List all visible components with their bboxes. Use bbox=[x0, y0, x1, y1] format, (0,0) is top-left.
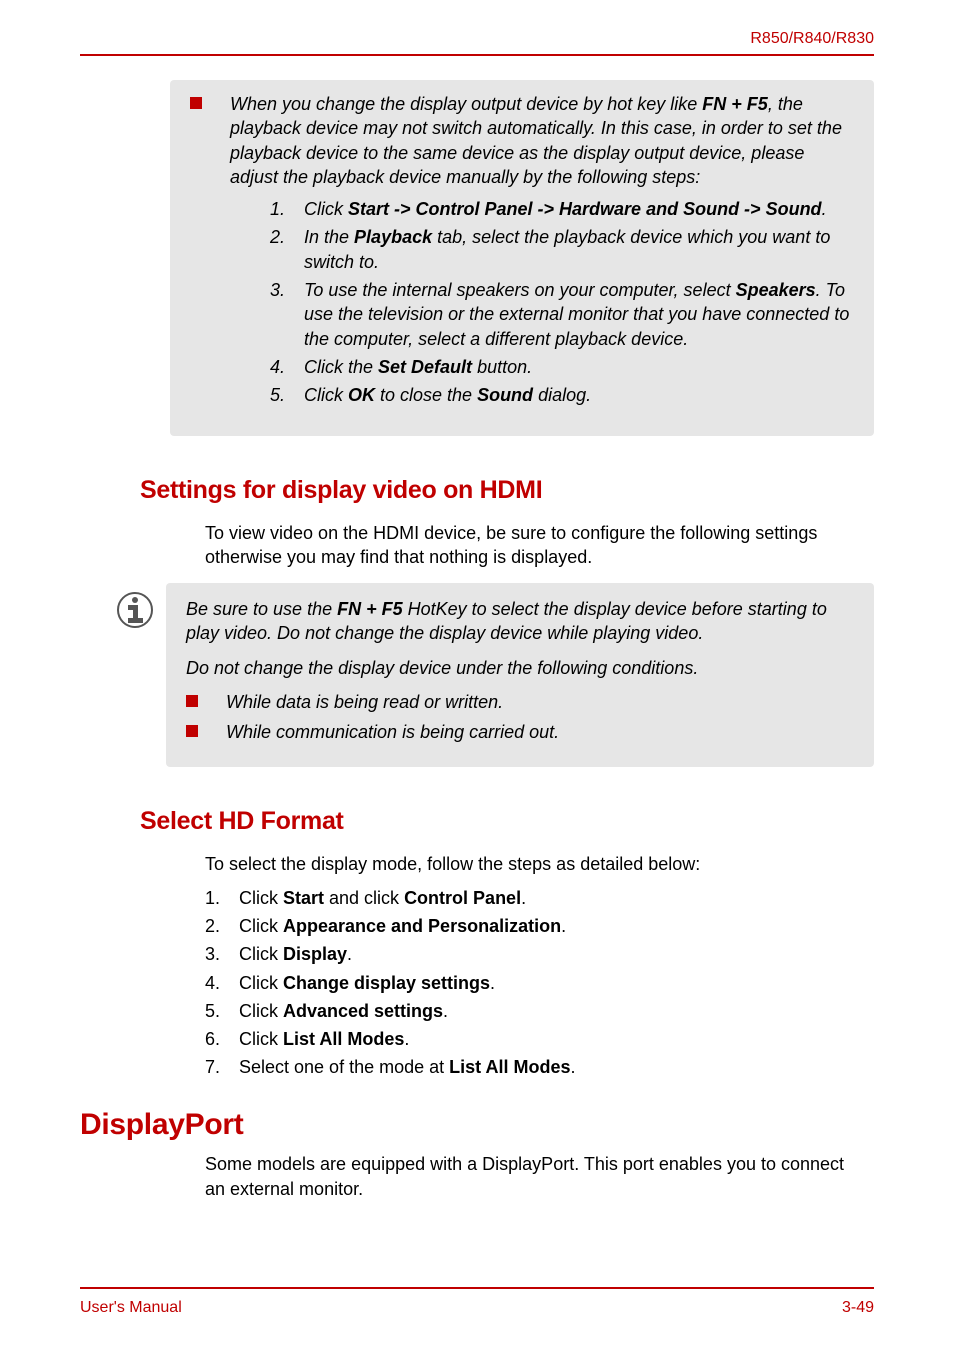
list-item: 1.Click Start and click Control Panel. bbox=[205, 886, 874, 911]
note-steps-list: 1.Click Start -> Control Panel -> Hardwa… bbox=[270, 197, 854, 407]
list-item: 5.Click Advanced settings. bbox=[205, 999, 874, 1024]
text: Click bbox=[239, 1029, 283, 1049]
bold-text: Start -> Control Panel -> Hardware and S… bbox=[348, 199, 822, 219]
text: Click bbox=[239, 916, 283, 936]
text: Select one of the mode at bbox=[239, 1057, 449, 1077]
bullet-icon bbox=[190, 97, 202, 109]
note-box-hotkey: When you change the display output devic… bbox=[170, 80, 874, 436]
bold-text: FN + F5 bbox=[337, 599, 403, 619]
list-item: 5.Click OK to close the Sound dialog. bbox=[270, 383, 854, 407]
info-note-wrapper: Be sure to use the FN + F5 HotKey to sel… bbox=[110, 579, 874, 766]
bold-text: List All Modes bbox=[449, 1057, 570, 1077]
step-number: 3. bbox=[270, 278, 304, 351]
header-rule bbox=[80, 54, 874, 56]
step-number: 1. bbox=[270, 197, 304, 221]
bullet-icon bbox=[186, 725, 198, 737]
bold-text: Appearance and Personalization bbox=[283, 916, 561, 936]
note-bullet: When you change the display output devic… bbox=[190, 92, 854, 412]
list-item: 4.Click the Set Default button. bbox=[270, 355, 854, 379]
heading-hd-format: Select HD Format bbox=[140, 807, 874, 836]
note-box-info: Be sure to use the FN + F5 HotKey to sel… bbox=[166, 583, 874, 766]
bold-text: Start bbox=[283, 888, 324, 908]
text: Click bbox=[304, 199, 348, 219]
text: button. bbox=[472, 357, 532, 377]
text: . bbox=[822, 199, 827, 219]
bold-text: Control Panel bbox=[404, 888, 521, 908]
text: dialog. bbox=[533, 385, 591, 405]
text: Click bbox=[239, 888, 283, 908]
text: and click bbox=[324, 888, 404, 908]
step-number: 4. bbox=[270, 355, 304, 379]
bold-text: List All Modes bbox=[283, 1029, 404, 1049]
text: When you change the display output devic… bbox=[230, 94, 702, 114]
text: Click bbox=[239, 944, 283, 964]
list-item: 3.To use the internal speakers on your c… bbox=[270, 278, 854, 351]
page-footer: User's Manual 3-49 bbox=[80, 1287, 874, 1317]
step-number: 1. bbox=[205, 886, 239, 911]
list-item: 4.Click Change display settings. bbox=[205, 971, 874, 996]
bold-text: Speakers bbox=[736, 280, 816, 300]
hotkey-bold: FN + F5 bbox=[702, 94, 768, 114]
step-number: 3. bbox=[205, 942, 239, 967]
bold-text: Set Default bbox=[378, 357, 472, 377]
text: . bbox=[521, 888, 526, 908]
info-para-1: Be sure to use the FN + F5 HotKey to sel… bbox=[186, 597, 854, 646]
step-number: 2. bbox=[270, 225, 304, 274]
heading-displayport: DisplayPort bbox=[80, 1108, 874, 1142]
text: . bbox=[561, 916, 566, 936]
text: Click bbox=[304, 385, 348, 405]
info-bullet-2: While communication is being carried out… bbox=[186, 720, 854, 744]
text: . bbox=[347, 944, 352, 964]
para-displayport: Some models are equipped with a DisplayP… bbox=[205, 1152, 864, 1201]
step-number: 6. bbox=[205, 1027, 239, 1052]
list-item: 2.In the Playback tab, select the playba… bbox=[270, 225, 854, 274]
text: . bbox=[490, 973, 495, 993]
text: Be sure to use the bbox=[186, 599, 337, 619]
text: In the bbox=[304, 227, 354, 247]
para-hdmi-intro: To view video on the HDMI device, be sur… bbox=[205, 521, 864, 570]
list-item: 3.Click Display. bbox=[205, 942, 874, 967]
heading-hdmi-settings: Settings for display video on HDMI bbox=[140, 476, 874, 505]
para-hd-intro: To select the display mode, follow the s… bbox=[205, 852, 864, 876]
list-item: 2.Click Appearance and Personalization. bbox=[205, 914, 874, 939]
step-number: 7. bbox=[205, 1055, 239, 1080]
list-item: 6.Click List All Modes. bbox=[205, 1027, 874, 1052]
step-number: 2. bbox=[205, 914, 239, 939]
bold-text: OK bbox=[348, 385, 375, 405]
text: . bbox=[443, 1001, 448, 1021]
bold-text: Display bbox=[283, 944, 347, 964]
info-para-2: Do not change the display device under t… bbox=[186, 656, 854, 680]
text: . bbox=[570, 1057, 575, 1077]
bold-text: Change display settings bbox=[283, 973, 490, 993]
footer-left: User's Manual bbox=[80, 1299, 182, 1317]
info-bullet-1: While data is being read or written. bbox=[186, 690, 854, 714]
bold-text: Playback bbox=[354, 227, 432, 247]
hd-format-steps: 1.Click Start and click Control Panel. 2… bbox=[205, 886, 874, 1080]
bullet-text: While data is being read or written. bbox=[226, 690, 854, 714]
bold-text: Advanced settings bbox=[283, 1001, 443, 1021]
text: Click bbox=[239, 1001, 283, 1021]
info-icon bbox=[110, 591, 160, 629]
step-number: 4. bbox=[205, 971, 239, 996]
text: . bbox=[404, 1029, 409, 1049]
footer-rule bbox=[80, 1287, 874, 1289]
note-intro-text: When you change the display output devic… bbox=[230, 92, 854, 412]
text: Click bbox=[239, 973, 283, 993]
step-number: 5. bbox=[205, 999, 239, 1024]
footer-right: 3-49 bbox=[842, 1299, 874, 1317]
step-number: 5. bbox=[270, 383, 304, 407]
bold-text: Sound bbox=[477, 385, 533, 405]
bullet-icon bbox=[186, 695, 198, 707]
header-model: R850/R840/R830 bbox=[80, 30, 874, 48]
list-item: 7.Select one of the mode at List All Mod… bbox=[205, 1055, 874, 1080]
text: Click the bbox=[304, 357, 378, 377]
text: to close the bbox=[375, 385, 477, 405]
text: To use the internal speakers on your com… bbox=[304, 280, 736, 300]
bullet-text: While communication is being carried out… bbox=[226, 720, 854, 744]
list-item: 1.Click Start -> Control Panel -> Hardwa… bbox=[270, 197, 854, 221]
